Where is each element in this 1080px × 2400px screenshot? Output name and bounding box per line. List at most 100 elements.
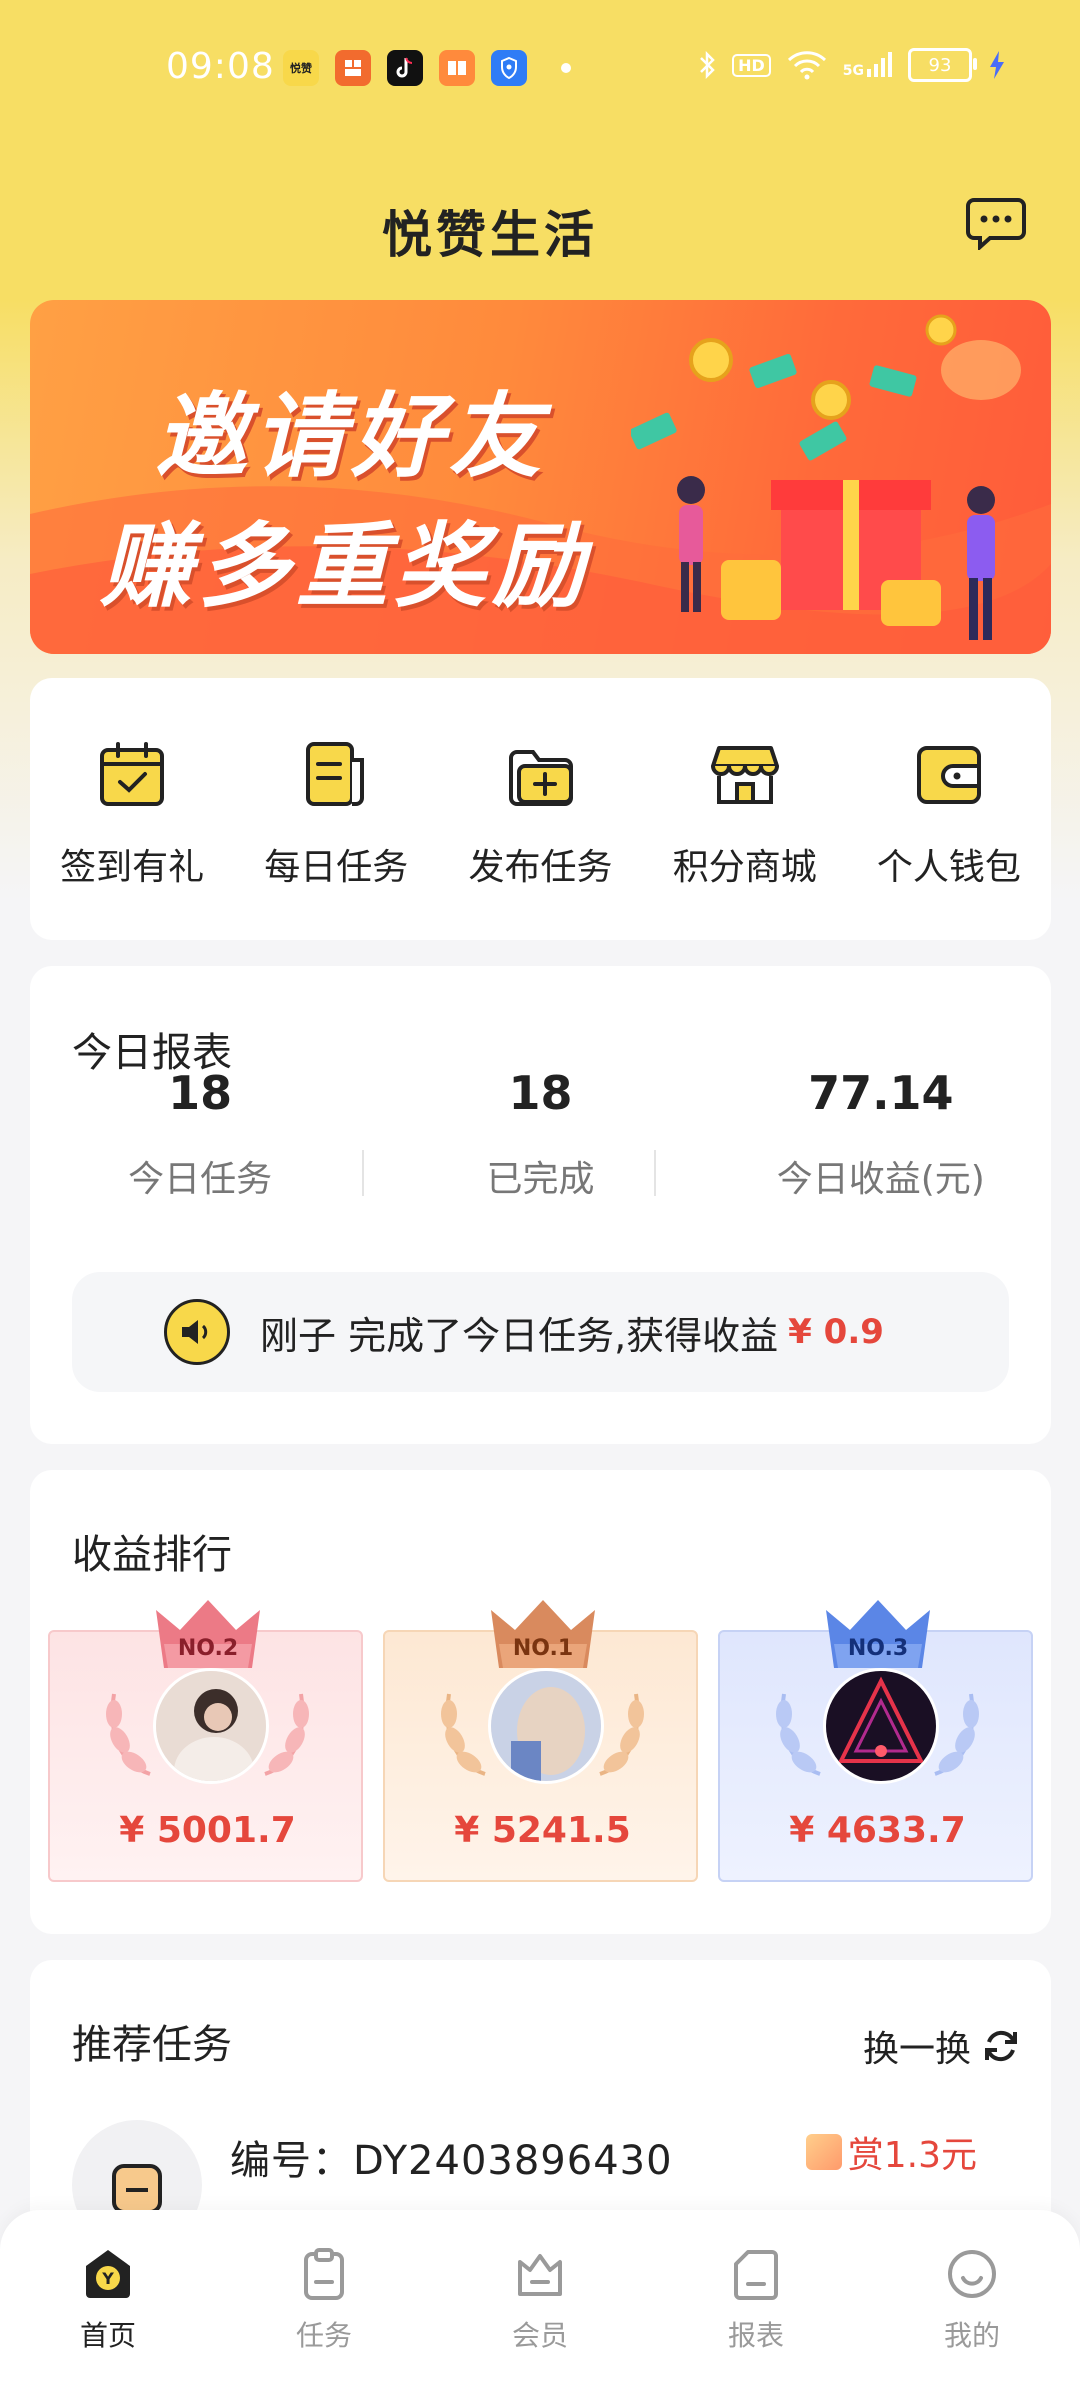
cellular-signal-icon: 5G	[843, 51, 892, 79]
earnings-notice: 刚子 完成了今日任务,获得收益 ¥ 0.9	[72, 1272, 1009, 1392]
stat-completed: 18 已完成	[370, 1066, 710, 1202]
notice-amount: ¥ 0.9	[788, 1312, 884, 1352]
rank-card-1[interactable]: NO.1 ¥ 5241.5	[383, 1600, 698, 1882]
quick-action-label: 积分商城	[672, 847, 817, 888]
yuezan-app-icon: 悦赞	[283, 50, 319, 86]
stat-label: 今日收益(元)	[776, 1159, 985, 1200]
more-notifications-dot	[561, 63, 571, 73]
svg-text:Y: Y	[101, 2269, 114, 2288]
rank-card-2[interactable]: NO.2 ¥ 5001.7	[48, 1600, 363, 1882]
store-icon	[710, 746, 779, 804]
banner-subheadline: 赚多重奖励	[100, 513, 591, 620]
avatar	[488, 1668, 604, 1784]
avatar	[153, 1668, 269, 1784]
task-list-icon	[306, 742, 365, 806]
quick-action-points-mall[interactable]: 积分商城	[643, 678, 847, 940]
quick-action-label: 发布任务	[468, 847, 613, 888]
laurel-left-icon	[776, 1693, 821, 1776]
notice-text: 刚子 完成了今日任务,获得收益	[260, 1313, 779, 1358]
task-reward: 赏1.3元	[805, 2126, 977, 2178]
clipboard-icon	[304, 2248, 344, 2300]
quick-action-daily-task[interactable]: 每日任务	[234, 678, 438, 940]
smile-profile-icon	[948, 2250, 996, 2298]
network-type-label: 5G	[842, 63, 864, 79]
status-time: 09:08	[166, 46, 275, 87]
banner-headline: 邀请好友	[155, 383, 548, 490]
quick-action-label: 签到有礼	[60, 847, 205, 888]
rank-label: NO.2	[177, 1636, 239, 1661]
refresh-label: 换一换	[862, 2029, 971, 2070]
report-stats: 18 今日任务 18 已完成 77.14 今日收益(元)	[30, 1066, 1051, 1202]
rank-amount: ¥ 4633.7	[789, 1810, 966, 1851]
task-id[interactable]: 编号：DY2403896430	[230, 2128, 673, 2186]
message-button[interactable]	[966, 196, 1026, 250]
nav-label: 报表	[727, 2319, 784, 2352]
ranking-list: NO.2 ¥ 5001.7 NO.1 ¥ 5241.5 NO.3 ¥ 4633.…	[48, 1600, 1033, 1882]
quick-action-label: 每日任务	[264, 847, 409, 888]
nav-profile[interactable]: 我的	[864, 2210, 1080, 2400]
stat-label: 今日任务	[128, 1159, 273, 1200]
nav-label: 首页	[79, 2319, 136, 2352]
earnings-ranking-card: 收益排行 NO.2 ¥ 5001.7 NO.1 ¥ 5241.5 NO.3 ¥ …	[30, 1470, 1051, 1934]
rank-amount: ¥ 5241.5	[454, 1810, 631, 1851]
nav-label: 任务	[295, 2319, 352, 2352]
quick-action-wallet[interactable]: 个人钱包	[847, 678, 1051, 940]
book-app-icon	[439, 50, 475, 86]
reward-illustration	[631, 314, 1021, 640]
page-title: 悦赞生活	[382, 206, 598, 264]
rank-amount: ¥ 5001.7	[119, 1810, 296, 1851]
folder-add-icon	[508, 750, 573, 806]
rank-label: NO.3	[847, 1636, 909, 1661]
stat-divider	[362, 1150, 364, 1196]
page: 09:08 悦赞 HD 5G 93 悦赞生活 邀请好友 赚多重奖励 签到有礼 每…	[0, 0, 1080, 2400]
stat-today-tasks: 18 今日任务	[30, 1066, 370, 1202]
quick-actions-card: 签到有礼 每日任务 发布任务 积分商城 个人钱包	[30, 678, 1051, 940]
stat-today-earnings: 77.14 今日收益(元)	[711, 1066, 1051, 1202]
stat-value: 18	[168, 1066, 233, 1120]
quick-action-checkin[interactable]: 签到有礼	[30, 678, 234, 940]
avatar	[823, 1668, 939, 1784]
status-bar: 09:08 悦赞 HD 5G 93	[0, 0, 1080, 140]
calendar-check-icon	[100, 742, 165, 806]
member-crown-icon	[518, 2254, 562, 2296]
reward-icon	[805, 2134, 842, 2170]
stat-divider	[654, 1150, 656, 1196]
reward-label: 赏1.3元	[847, 2135, 977, 2176]
tiktok-app-icon	[387, 50, 423, 86]
nav-tasks[interactable]: 任务	[216, 2210, 432, 2400]
bottom-nav: Y 首页 任务 会员 报表 我的	[0, 2210, 1080, 2400]
nav-reports[interactable]: 报表	[648, 2210, 864, 2400]
quick-action-label: 个人钱包	[876, 847, 1021, 888]
shield-app-icon	[491, 50, 527, 86]
battery-level: 93	[928, 54, 952, 76]
home-icon: Y	[86, 2250, 130, 2298]
wallet-icon	[916, 746, 981, 804]
speaker-icon	[164, 1299, 230, 1365]
notification-icons: 悦赞	[283, 50, 571, 86]
laurel-left-icon	[106, 1693, 151, 1776]
rank-card-3[interactable]: NO.3 ¥ 4633.7	[718, 1600, 1033, 1882]
invite-banner[interactable]: 邀请好友 赚多重奖励	[30, 300, 1051, 654]
nav-home[interactable]: Y 首页	[0, 2210, 216, 2400]
wifi-icon	[787, 51, 826, 80]
stat-value: 77.14	[808, 1066, 954, 1120]
battery-indicator: 93	[908, 48, 977, 82]
today-report-card: 今日报表 18 今日任务 18 已完成 77.14 今日收益(元) 刚子 完成了…	[30, 966, 1051, 1444]
app-icon-orange	[335, 50, 371, 86]
report-doc-icon	[734, 2250, 778, 2300]
bluetooth-icon	[700, 50, 715, 80]
stat-label: 已完成	[486, 1159, 595, 1200]
nav-label: 我的	[943, 2319, 1000, 2352]
stat-value: 18	[508, 1066, 573, 1120]
quick-action-publish-task[interactable]: 发布任务	[438, 678, 642, 940]
laurel-left-icon	[441, 1693, 486, 1776]
rank-label: NO.1	[512, 1636, 574, 1661]
nav-label: 会员	[511, 2319, 568, 2352]
nav-membership[interactable]: 会员	[432, 2210, 648, 2400]
hd-badge: HD	[732, 53, 771, 77]
refresh-icon	[985, 2030, 1017, 2062]
recommend-title: 推荐任务	[72, 2022, 232, 2068]
ranking-title: 收益排行	[72, 1532, 232, 1578]
refresh-button[interactable]: 换一换	[863, 2020, 1021, 2072]
charging-icon	[990, 51, 1004, 79]
